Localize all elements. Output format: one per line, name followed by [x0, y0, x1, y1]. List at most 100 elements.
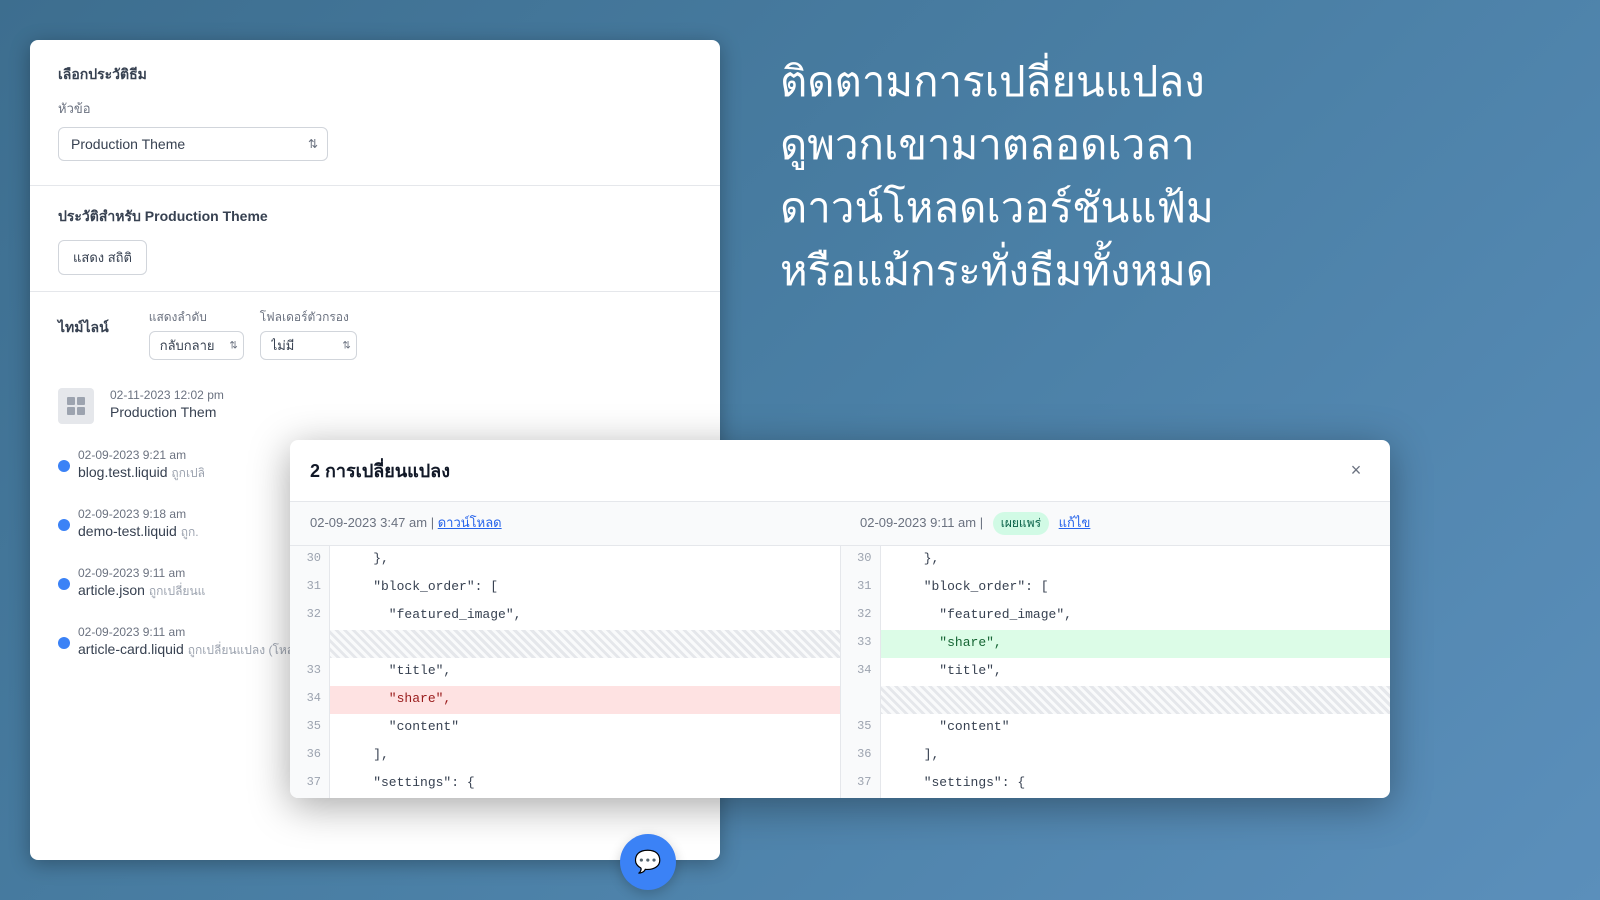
line-content: ],: [330, 742, 840, 770]
diff-row: [290, 630, 840, 658]
line-content: },: [330, 546, 840, 574]
line-number: [841, 686, 881, 714]
diff-row: 32 "featured_image",: [841, 602, 1391, 630]
diff-row: 33 "title",: [290, 658, 840, 686]
timeline-sub: ถูก.: [181, 525, 199, 539]
marketing-text: ติดตามการเปลี่ยนแปลง ดูพวกเขามาตลอดเวลา …: [780, 50, 1570, 302]
download-link[interactable]: ดาวน์โหลด: [438, 515, 502, 530]
timeline-header: ไทม์ไลน์ แสดงลำดับ กลับกลาย ล่าสุด เก่าส…: [58, 308, 692, 360]
publish-badge: เผยแพร่: [993, 512, 1049, 535]
select-history-section: เลือกประวัติธีม หัวข้อ Production ThemeS…: [30, 40, 720, 186]
sort-select[interactable]: กลับกลาย ล่าสุด เก่าสุด: [149, 331, 244, 360]
diff-row: 35 "content": [290, 714, 840, 742]
line-content: "featured_image",: [330, 602, 840, 630]
line-number: 32: [841, 602, 881, 630]
left-col-header: 02-09-2023 3:47 am | ดาวน์โหลด: [290, 502, 840, 545]
diff-row: 34 "share",: [290, 686, 840, 714]
line-content: "content": [330, 714, 840, 742]
theme-icon: [58, 388, 94, 424]
timeline-name: Production Them: [110, 404, 692, 420]
line-content: "block_order": [: [881, 574, 1391, 602]
line-number: 31: [841, 574, 881, 602]
theme-select[interactable]: Production ThemeStaging ThemeDevelopment…: [58, 127, 328, 161]
line-content: "featured_image",: [881, 602, 1391, 630]
line-number: 35: [290, 714, 330, 742]
history-section: ประวัติสำหรับ Production Theme แสดง สถิต…: [30, 186, 720, 292]
line-number: 37: [841, 770, 881, 798]
filter-select-wrapper: ไม่มี templates sections assets: [260, 331, 357, 360]
line-content: [330, 630, 840, 658]
line-number: 36: [841, 742, 881, 770]
diff-columns-header: 02-09-2023 3:47 am | ดาวน์โหลด 02-09-202…: [290, 502, 1390, 546]
line-number: 30: [290, 546, 330, 574]
diff-row: 30 },: [841, 546, 1391, 574]
diff-row: 30 },: [290, 546, 840, 574]
line-content: "share",: [330, 686, 840, 714]
diff-row: 34 "title",: [841, 658, 1391, 686]
theme-select-wrapper: Production ThemeStaging ThemeDevelopment…: [58, 127, 328, 161]
diff-modal: 2 การเปลี่ยนแปลง × 02-09-2023 3:47 am | …: [290, 440, 1390, 798]
chat-icon: 💬: [634, 849, 661, 875]
stats-button[interactable]: แสดง สถิติ: [58, 240, 147, 275]
line-content: "content": [881, 714, 1391, 742]
line-content: },: [881, 546, 1391, 574]
timeline-sub: ถูกเปลี่ยนแ: [149, 584, 206, 598]
line-number: 31: [290, 574, 330, 602]
diff-row: 33 "share",: [841, 630, 1391, 658]
line-number: 34: [841, 658, 881, 686]
modal-title: 2 การเปลี่ยนแปลง: [310, 456, 450, 485]
timeline-date: 02-11-2023 12:02 pm: [110, 388, 692, 402]
line-number: 33: [841, 630, 881, 658]
line-number: 33: [290, 658, 330, 686]
timeline-item: 02-11-2023 12:02 pm Production Them: [58, 376, 692, 436]
filter-label: โฟลเดอร์ตัวกรอง: [260, 308, 357, 327]
line-content: [881, 686, 1391, 714]
line-number: 35: [841, 714, 881, 742]
right-col-header: 02-09-2023 9:11 am | เผยแพร่ แก้ไข: [840, 502, 1390, 545]
line-content: "title",: [330, 658, 840, 686]
timeline-dot: [58, 637, 70, 649]
timeline-sub: ถูกเปลิ: [171, 466, 205, 480]
chat-bubble[interactable]: 💬: [620, 834, 676, 890]
modal-header: 2 การเปลี่ยนแปลง ×: [290, 440, 1390, 502]
diff-row: 36 ],: [841, 742, 1391, 770]
sort-label: แสดงลำดับ: [149, 308, 244, 327]
line-content: "share",: [881, 630, 1391, 658]
timeline-dot: [58, 578, 70, 590]
timeline-controls: แสดงลำดับ กลับกลาย ล่าสุด เก่าสุด โฟลเดอ…: [149, 308, 357, 360]
diff-content: 30 },31 "block_order": [32 "featured_ima…: [290, 546, 1390, 798]
close-button[interactable]: ×: [1342, 457, 1370, 485]
line-content: "title",: [881, 658, 1391, 686]
sort-control: แสดงลำดับ กลับกลาย ล่าสุด เก่าสุด: [149, 308, 244, 360]
timeline-content: 02-11-2023 12:02 pm Production Them: [110, 388, 692, 420]
diff-left-side: 30 },31 "block_order": [32 "featured_ima…: [290, 546, 840, 798]
select-history-title: เลือกประวัติธีม: [58, 64, 692, 86]
filter-control: โฟลเดอร์ตัวกรอง ไม่มี templates sections…: [260, 308, 357, 360]
diff-row: 31 "block_order": [: [841, 574, 1391, 602]
line-number: 32: [290, 602, 330, 630]
sort-select-wrapper: กลับกลาย ล่าสุด เก่าสุด: [149, 331, 244, 360]
diff-row: 32 "featured_image",: [290, 602, 840, 630]
line-content: "settings": {: [881, 770, 1391, 798]
diff-row: 36 ],: [290, 742, 840, 770]
diff-right-side: 30 },31 "block_order": [32 "featured_ima…: [841, 546, 1391, 798]
filter-select[interactable]: ไม่มี templates sections assets: [260, 331, 357, 360]
line-content: "block_order": [: [330, 574, 840, 602]
edit-link[interactable]: แก้ไข: [1059, 515, 1091, 530]
line-number: [290, 630, 330, 658]
subject-label: หัวข้อ: [58, 98, 692, 119]
diff-row: 37 "settings": {: [290, 770, 840, 798]
line-number: 37: [290, 770, 330, 798]
diff-row: [841, 686, 1391, 714]
diff-row: 37 "settings": {: [841, 770, 1391, 798]
timeline-label: ไทม์ไลน์: [58, 317, 109, 339]
line-number: 30: [841, 546, 881, 574]
line-number: 34: [290, 686, 330, 714]
line-number: 36: [290, 742, 330, 770]
line-content: "settings": {: [330, 770, 840, 798]
timeline-dot: [58, 519, 70, 531]
diff-row: 31 "block_order": [: [290, 574, 840, 602]
line-content: ],: [881, 742, 1391, 770]
diff-row: 35 "content": [841, 714, 1391, 742]
history-title: ประวัติสำหรับ Production Theme: [58, 206, 692, 228]
